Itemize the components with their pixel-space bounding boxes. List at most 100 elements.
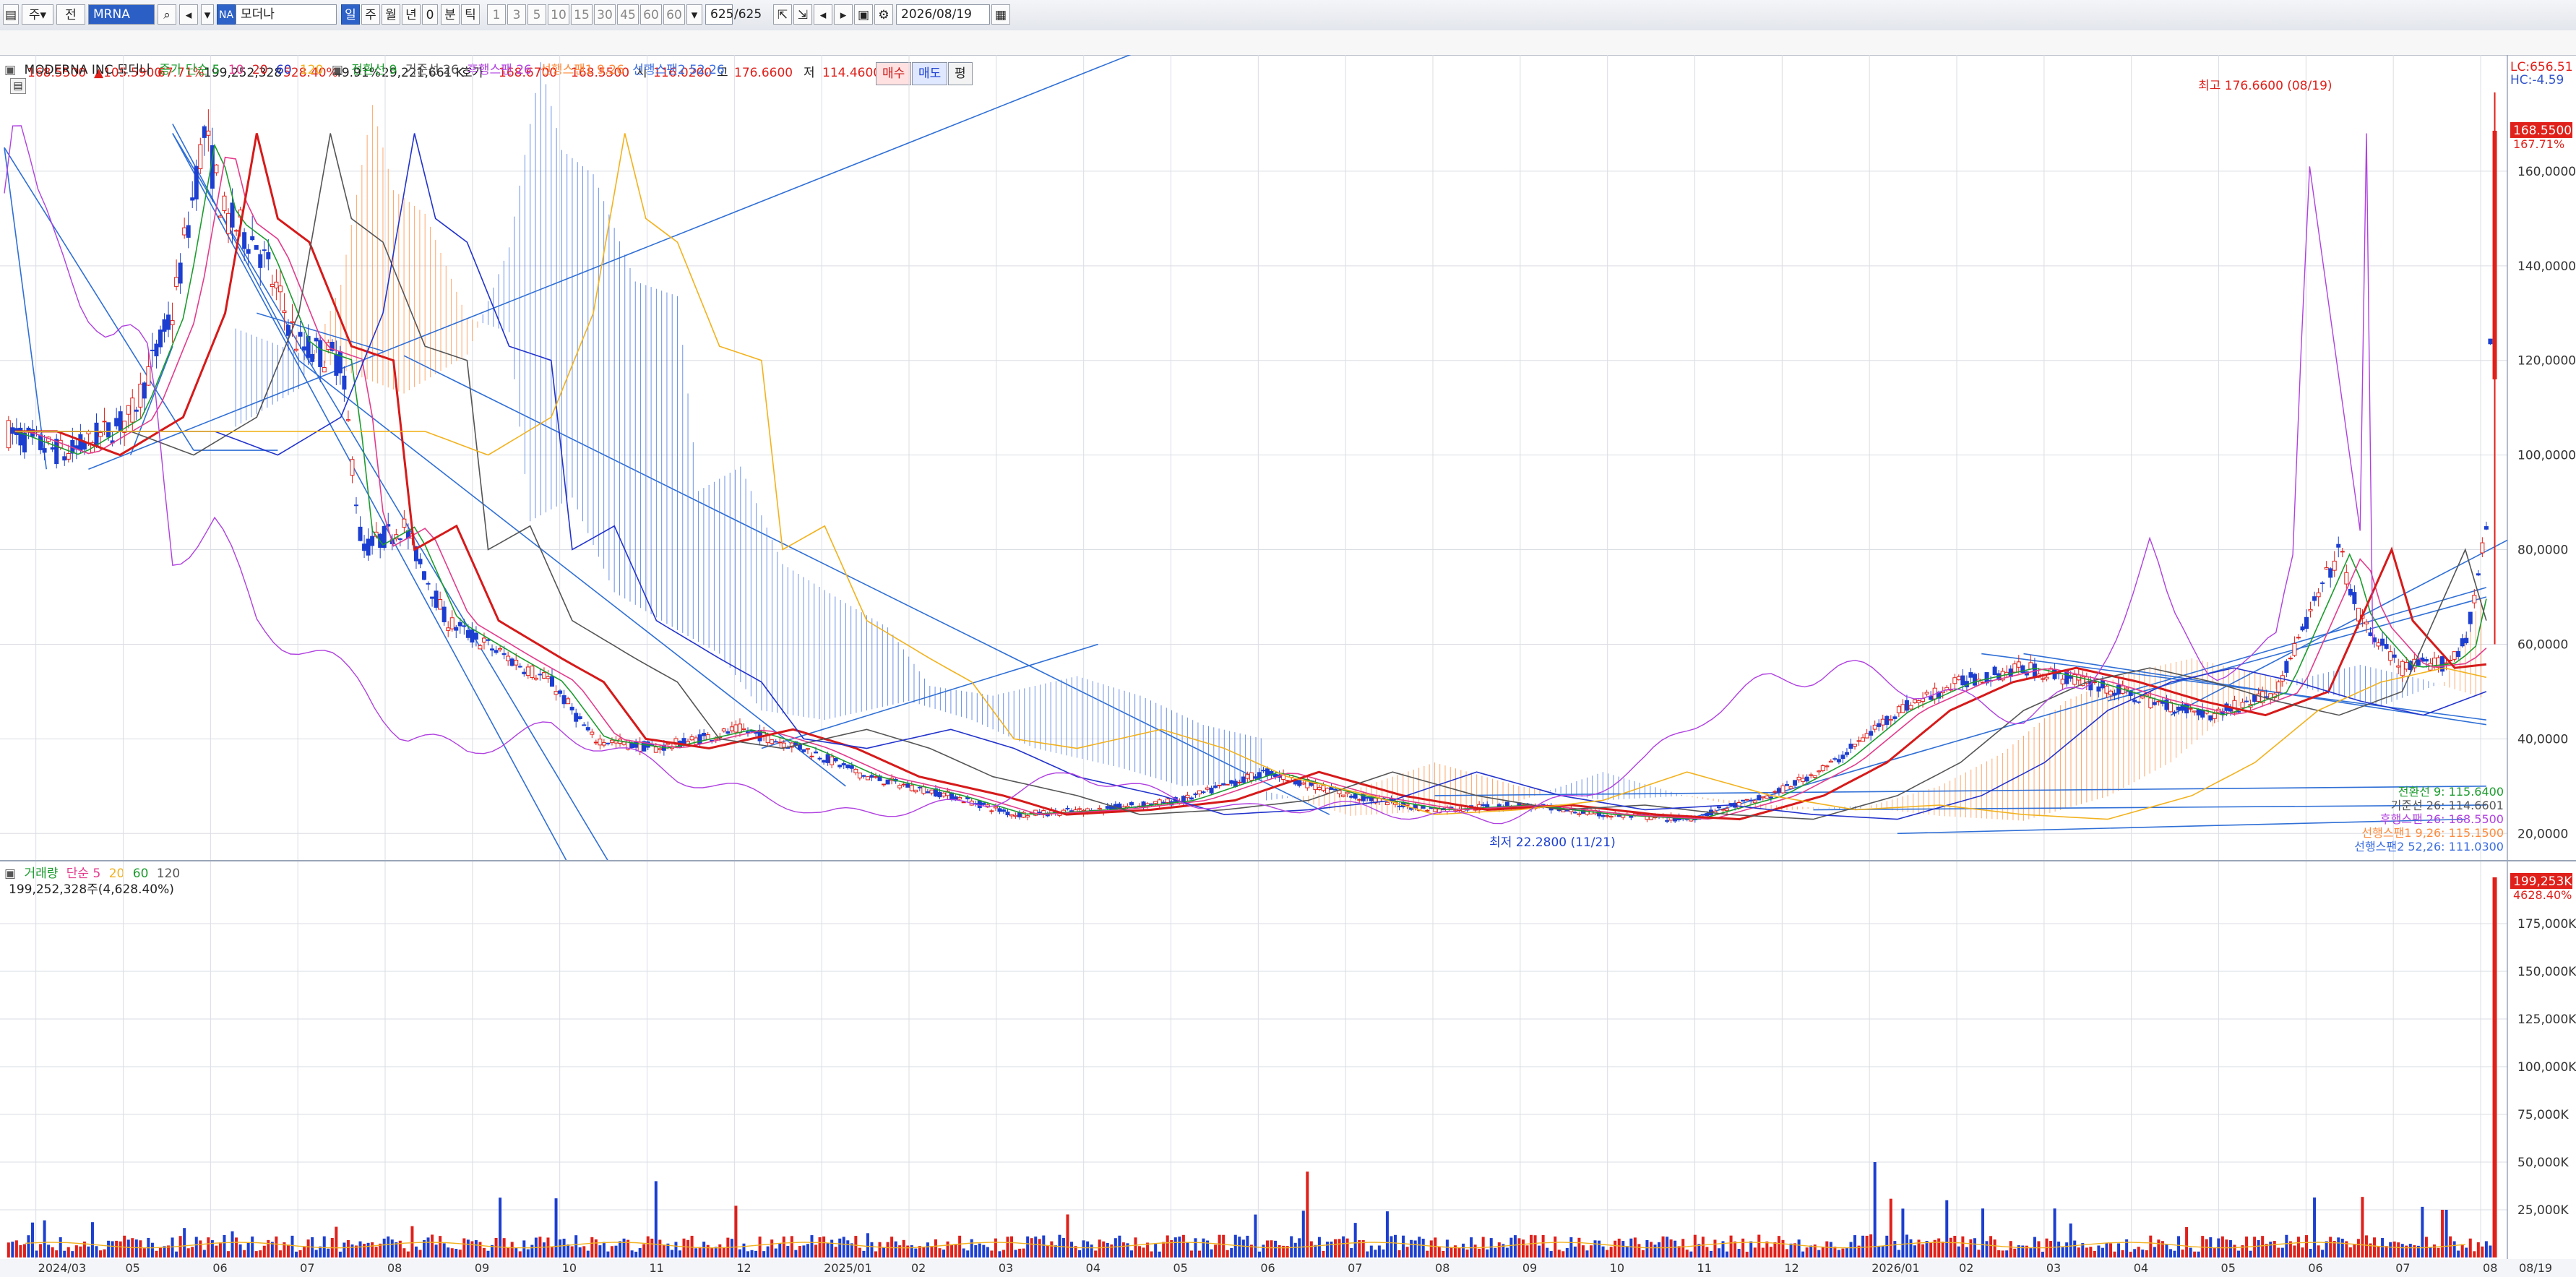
candle-body <box>38 434 43 450</box>
volume-bar <box>1026 1236 1030 1257</box>
volume-bar <box>1230 1247 1233 1257</box>
tab-yearly[interactable]: 년 <box>402 4 421 25</box>
minute-3[interactable]: 3 <box>507 4 526 25</box>
volume-bar <box>474 1240 478 1257</box>
volume-bar <box>934 1239 937 1257</box>
sound-icon[interactable]: ◂ <box>179 4 198 25</box>
volume-bar <box>259 1250 262 1257</box>
volume-bar <box>1701 1237 1705 1257</box>
candle-body <box>629 742 634 749</box>
minute-15[interactable]: 15 <box>571 4 593 25</box>
volume-bar <box>2385 1246 2388 1257</box>
minute-5[interactable]: 5 <box>527 4 546 25</box>
volume-bar <box>818 1237 822 1257</box>
price-tick-label: 80,0000 <box>2517 543 2568 558</box>
menu-icon[interactable]: ▤ <box>3 4 19 25</box>
candle-body <box>2044 676 2049 680</box>
volume-bar <box>1661 1236 1665 1257</box>
candle-body <box>522 671 527 674</box>
volume-bar <box>1330 1242 1333 1257</box>
candle-body <box>1321 785 1326 791</box>
market-select[interactable]: 주▾ <box>22 4 53 25</box>
volume-bar <box>1473 1244 1477 1257</box>
volume-bar <box>1505 1247 1509 1257</box>
minute-dropdown-icon[interactable]: ▾ <box>686 4 702 25</box>
volume-bar <box>1462 1243 1465 1257</box>
volume-bar <box>2153 1247 2156 1257</box>
volume-bar <box>1274 1240 1278 1257</box>
candle-body <box>861 775 866 777</box>
scroll-right-icon[interactable]: ▸ <box>834 4 853 25</box>
volume-bar <box>1486 1249 1489 1257</box>
candle-body <box>246 249 251 254</box>
zoom-in-icon[interactable]: ⇱ <box>773 4 792 25</box>
volume-bar <box>970 1239 973 1257</box>
volume-bar <box>2253 1237 2257 1257</box>
candle-body <box>2148 697 2153 708</box>
search-icon[interactable]: ⌕ <box>158 4 176 25</box>
candle-body <box>553 691 559 695</box>
volume-bar <box>994 1238 997 1257</box>
candle-body <box>558 690 563 694</box>
tab-zero[interactable]: 0 <box>422 4 438 25</box>
tab-tick[interactable]: 틱 <box>461 4 480 25</box>
minute-60[interactable]: 60 <box>640 4 662 25</box>
tab-monthly[interactable]: 월 <box>382 4 400 25</box>
symbol-name-field[interactable]: 모더나 <box>236 4 337 25</box>
volume-tick-label: 75,000K <box>2517 1108 2569 1122</box>
date-input[interactable]: 2026/08/19 <box>896 4 990 25</box>
x-tick-label: 05 <box>125 1261 139 1275</box>
volume-bar <box>115 1240 119 1257</box>
volume-tick-label: 150,000K <box>2517 965 2576 979</box>
volume-bar <box>622 1238 626 1257</box>
volume-tick-label: 125,000K <box>2517 1012 2576 1027</box>
tab-daily[interactable]: 일 <box>341 4 360 25</box>
candle-body <box>533 677 538 680</box>
category-button[interactable]: 전 <box>56 4 85 25</box>
count-input[interactable]: 625 <box>705 4 733 25</box>
tab-weekly[interactable]: 주 <box>361 4 380 25</box>
minute-45[interactable]: 45 <box>617 4 639 25</box>
volume-bar <box>55 1250 59 1257</box>
minute-1[interactable]: 1 <box>487 4 506 25</box>
volume-bar <box>2277 1247 2280 1257</box>
minute-60b[interactable]: 60 <box>663 4 685 25</box>
candle-body <box>66 453 71 460</box>
candle-body <box>2208 715 2213 721</box>
scroll-left-icon[interactable]: ◂ <box>814 4 832 25</box>
volume-bar <box>150 1242 154 1257</box>
volume-bar <box>66 1247 70 1257</box>
candle-body <box>1097 807 1102 810</box>
volume-bar <box>870 1242 874 1257</box>
volume-bar <box>1709 1250 1713 1257</box>
minute-10[interactable]: 10 <box>548 4 569 25</box>
candle-body <box>1564 809 1569 812</box>
volume-bar <box>450 1248 454 1257</box>
candle-body <box>6 420 11 449</box>
minute-30[interactable]: 30 <box>594 4 616 25</box>
save-icon[interactable]: ▣ <box>854 4 873 25</box>
zoom-out-icon[interactable]: ⇲ <box>793 4 812 25</box>
candle-body <box>957 796 962 800</box>
volume-bar <box>1581 1245 1585 1257</box>
volume-bar <box>1225 1250 1229 1257</box>
volume-bar <box>546 1237 550 1257</box>
volume-bar <box>1561 1251 1565 1257</box>
candle-body <box>2452 651 2457 660</box>
tab-minute[interactable]: 분 <box>441 4 460 25</box>
volume-bar <box>1817 1250 1821 1257</box>
candle-body <box>801 749 806 752</box>
volume-bar <box>2073 1240 2077 1257</box>
candle-body <box>298 332 303 337</box>
volume-bar <box>922 1247 926 1257</box>
candle-body <box>1229 780 1234 784</box>
candle-body <box>1261 770 1266 772</box>
dropdown-icon[interactable]: ▾ <box>201 4 214 25</box>
calendar-icon[interactable]: ▦ <box>991 4 1010 25</box>
symbol-code-input[interactable]: MRNA <box>88 4 155 25</box>
volume-bar <box>1322 1250 1325 1257</box>
volume-bar <box>2181 1250 2184 1257</box>
ichimoku-base-line <box>14 133 2487 820</box>
candle-body <box>1648 816 1653 820</box>
settings-gear-icon[interactable]: ⚙ <box>874 4 893 25</box>
